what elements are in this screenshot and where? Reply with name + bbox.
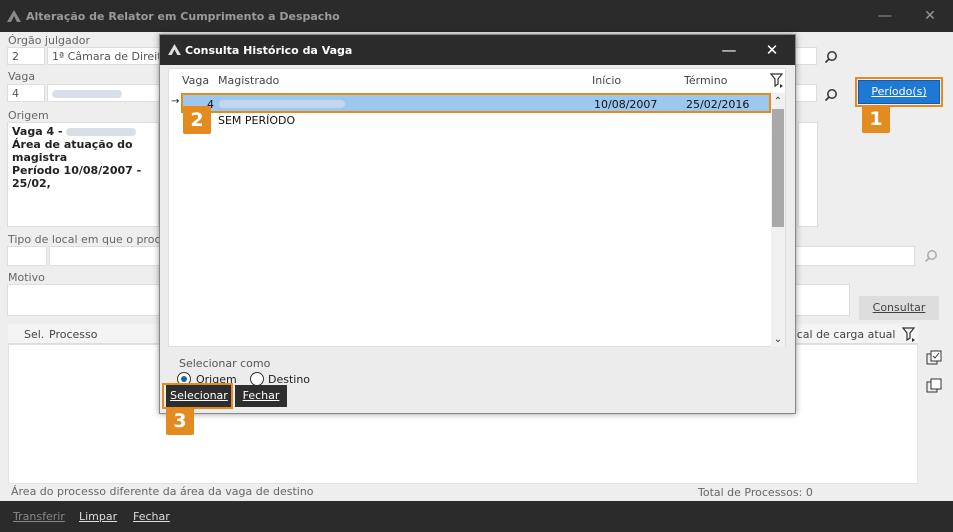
historico-scrollbar[interactable]: ⌃ ⌄: [771, 93, 785, 347]
uncheck-all-icon[interactable]: [926, 378, 942, 394]
search-vaga-icon[interactable]: [824, 88, 838, 102]
grid-filter-icon[interactable]: [902, 326, 916, 342]
grid-col-sel: Sel.: [24, 328, 45, 341]
step-badge-3: 3: [166, 407, 194, 435]
table-row[interactable]: SEM PERÍODO: [181, 113, 771, 129]
grid-col-local: ocal de carga atual: [790, 328, 896, 341]
scroll-up-icon[interactable]: ⌃: [771, 95, 785, 109]
col-magistrado: Magistrado: [218, 74, 280, 87]
vaga-field[interactable]: 4: [7, 84, 45, 102]
origem-label: Origem: [8, 109, 49, 122]
bottom-toolbar: Transferir Limpar Fechar: [0, 501, 953, 532]
fechar-dialog-button[interactable]: Fechar: [235, 385, 287, 407]
row1-termino: 25/02/2016: [686, 98, 750, 111]
periodo-highlight: [855, 77, 943, 107]
col-inicio: Início: [592, 74, 622, 87]
dialog-titlebar: Consulta Histórico da Vaga — ✕: [160, 35, 795, 65]
check-all-icon[interactable]: [926, 350, 942, 366]
dialog-minimize-icon[interactable]: —: [718, 40, 740, 60]
dialog-logo-icon: [168, 44, 181, 55]
origem-line3: Período 10/08/2007 - 25/02,: [12, 164, 142, 190]
area-note: Área do processo diferente da área da va…: [11, 485, 314, 498]
destino-box: [798, 122, 818, 227]
orgao-label: Órgão julgador: [8, 34, 90, 47]
limpar-button[interactable]: Limpar: [79, 510, 117, 523]
dialog-title: Consulta Histórico da Vaga: [185, 44, 353, 57]
origem-line1: Vaga 4 -: [12, 125, 63, 138]
scroll-down-icon[interactable]: ⌄: [771, 333, 785, 347]
scroll-thumb[interactable]: [772, 109, 784, 227]
dialog-body: Vaga Magistrado Início Término → 4 10/08…: [160, 65, 795, 413]
dialog-close-icon[interactable]: ✕: [761, 40, 783, 60]
selecionar-highlight: [162, 383, 233, 409]
origem-box: Vaga 4 - Área de atuação do magistra Per…: [7, 122, 159, 227]
historico-vaga-dialog: Consulta Histórico da Vaga — ✕ Vaga Magi…: [159, 34, 796, 414]
motivo-label: Motivo: [8, 271, 45, 284]
total-processos: Total de Processos: 0: [698, 486, 813, 499]
current-row-arrow-icon: →: [171, 96, 180, 107]
row1-inicio: 10/08/2007: [594, 98, 658, 111]
app-logo-icon: [7, 10, 21, 22]
fechar-main-button[interactable]: Fechar: [133, 510, 170, 523]
historico-grid-header: Vaga Magistrado Início Término: [169, 69, 785, 91]
selecionar-como-label: Selecionar como: [179, 357, 271, 370]
main-window-title: Alteração de Relator em Cumprimento a De…: [26, 10, 340, 23]
table-row[interactable]: 4 10/08/2007 25/02/2016: [181, 93, 771, 113]
transferir-button[interactable]: Transferir: [13, 510, 65, 523]
consultar-button[interactable]: Consultar: [859, 296, 939, 320]
search-tipo-local-icon[interactable]: [924, 249, 938, 263]
search-orgao-icon[interactable]: [824, 50, 838, 64]
row1-magistrado-redacted: [219, 100, 345, 108]
col-termino: Término: [684, 74, 728, 87]
close-icon[interactable]: ✕: [919, 6, 941, 26]
row2-magistrado: SEM PERÍODO: [218, 114, 296, 127]
dialog-filter-icon[interactable]: [770, 72, 784, 88]
tipo-local-code-field[interactable]: [7, 246, 47, 266]
origem-line2: Área de atuação do magistra: [12, 138, 133, 164]
vaga-label: Vaga: [8, 70, 36, 83]
grid-col-processo: Processo: [49, 328, 98, 341]
orgao-code-field[interactable]: 2: [7, 47, 45, 65]
historico-grid: Vaga Magistrado Início Término → 4 10/08…: [168, 68, 786, 347]
step-badge-2: 2: [183, 106, 211, 134]
minimize-icon[interactable]: —: [874, 6, 896, 26]
tipo-local-label: Tipo de local em que o proces: [8, 233, 173, 246]
step-badge-1: 1: [862, 105, 890, 133]
main-titlebar: Alteração de Relator em Cumprimento a De…: [0, 0, 953, 32]
radio-destino[interactable]: [250, 372, 264, 386]
col-vaga: Vaga: [182, 74, 210, 87]
